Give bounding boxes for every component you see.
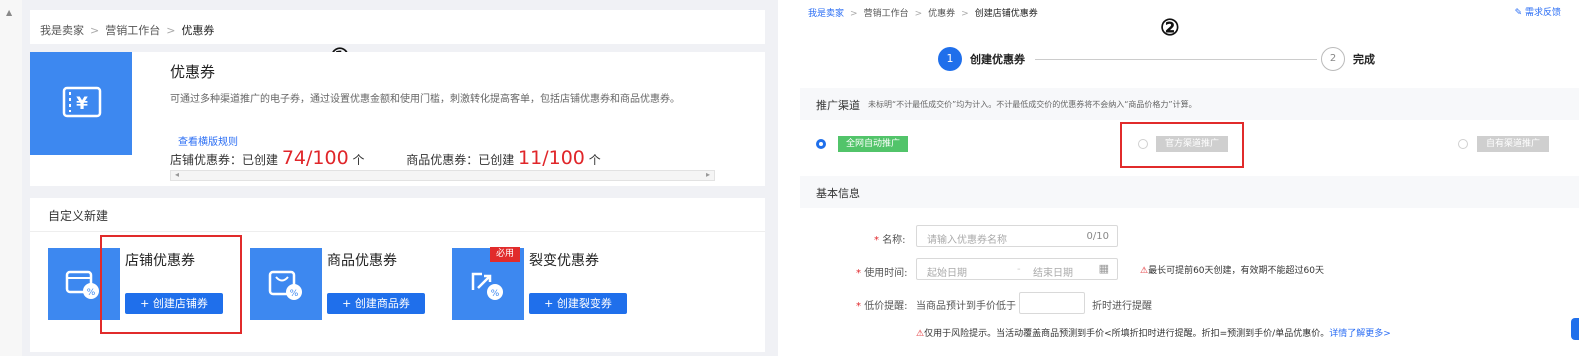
breadcrumb-item[interactable]: 营销工作台 xyxy=(864,9,909,19)
custom-create-card: 自定义新建 % 店铺优惠券 + 创建店铺券 % 商品优惠券 + 创建商品券 % … xyxy=(30,198,765,352)
basic-title: 基本信息 xyxy=(816,187,860,200)
create-item-coupon-button[interactable]: + 创建商品券 xyxy=(327,293,425,314)
channel-option-own[interactable]: 自有渠道推广 xyxy=(1477,136,1549,152)
breadcrumb-current: 优惠券 xyxy=(181,24,215,37)
svg-text:¥: ¥ xyxy=(76,94,88,114)
channel-option-all[interactable]: 全网自动推广 xyxy=(838,136,908,152)
item-coupon-label: 商品优惠券：已创建 xyxy=(406,153,515,167)
channel-options: 全网自动推广 官方渠道推广 自有渠道推广 xyxy=(800,122,1579,170)
horizontal-scrollbar[interactable]: ◂ ▸ xyxy=(170,170,715,181)
coupon-quota-line: 店铺优惠券：已创建 74/100 个 商品优惠券：已创建 11/100 个 xyxy=(170,147,601,169)
create-fission-coupon-button[interactable]: + 创建裂变券 xyxy=(529,293,627,314)
coupon-logo-tile: ¥ xyxy=(30,52,132,155)
breadcrumb-item[interactable]: 营销工作台 xyxy=(105,24,160,37)
date-range-separator: - xyxy=(1017,264,1021,275)
coupon-title: 优惠券 xyxy=(170,63,216,81)
scroll-left-icon[interactable]: ◂ xyxy=(175,170,179,179)
end-date-placeholder: 结束日期 xyxy=(1033,268,1073,279)
share-icon: % xyxy=(471,272,503,300)
breadcrumb-item[interactable]: 我是卖家 xyxy=(40,24,84,37)
shopping-bag-icon: % xyxy=(268,270,302,300)
coupon-intro-card: ¥ 优惠券 可通过多种渠道推广的电子券，通过设置优惠金额和使用门槛，刺激转化提高… xyxy=(30,52,765,186)
start-date-placeholder: 起始日期 xyxy=(927,268,967,279)
channel-title: 推广渠道 xyxy=(816,99,860,112)
item-coupon-tile-icon-bg: % xyxy=(250,248,322,320)
calendar-icon[interactable]: ▦ xyxy=(1099,262,1109,275)
scroll-right-icon[interactable]: ▸ xyxy=(706,170,710,179)
coupon-ticket-icon: ¥ xyxy=(62,86,102,118)
divider xyxy=(30,231,765,232)
item-coupon-unit: 个 xyxy=(588,153,601,167)
time-warning: ⚠最长可提前60天创建，有效期不能超过60天 xyxy=(1140,266,1324,276)
risk-note: ⚠仅用于风险提示。当活动覆盖商品预测到手价<所填折扣时进行提醒。折扣=预测到手价… xyxy=(916,329,1391,339)
price-reminder-suffix: 折时进行提醒 xyxy=(1092,301,1152,312)
breadcrumb: 我是卖家 > 营销工作台 > 优惠券 xyxy=(30,10,765,44)
highlight-box xyxy=(1120,122,1244,168)
item-coupon-count: 11/100 xyxy=(518,147,585,169)
custom-section-title: 自定义新建 xyxy=(48,209,109,223)
shop-coupon-label: 店铺优惠券：已创建 xyxy=(170,153,279,167)
scroll-up-icon[interactable]: ▲ xyxy=(6,8,12,17)
must-use-badge: 必用 xyxy=(490,247,520,262)
shop-coupon-unit: 个 xyxy=(352,153,365,167)
svg-text:%: % xyxy=(290,289,299,299)
breadcrumb-separator: > xyxy=(90,24,100,37)
warning-icon: ⚠ xyxy=(1140,266,1149,276)
channel-section-header: 推广渠道 未标明“不计最低成交价”均为计入。不计最低成交价的优惠券将不会纳入“商… xyxy=(800,88,1579,120)
coupon-overview-panel: ▲ 我是卖家>营销工作台>优惠券 ① ¥ 优惠券 可通过多种渠道推广的电子券，通… xyxy=(0,0,778,356)
item-coupon-tile-title: 商品优惠券 xyxy=(327,253,397,269)
name-char-counter: 0/10 xyxy=(1086,231,1109,242)
breadcrumb-separator: > xyxy=(850,9,858,19)
shop-coupon-count: 74/100 xyxy=(281,147,349,169)
step-1-label: 创建优惠券 xyxy=(970,53,1025,66)
price-reminder-label: * 低价提醒: xyxy=(856,301,908,312)
channel-note: 未标明“不计最低成交价”均为计入。不计最低成交价的优惠券将不会纳入“商品价格力”… xyxy=(868,100,1197,109)
name-label: * 名称: xyxy=(874,235,906,246)
window-scrollbar[interactable]: ▲ xyxy=(0,0,22,356)
breadcrumb-item[interactable]: 优惠券 xyxy=(928,9,955,19)
view-rules-link[interactable]: 查看横版规则 xyxy=(178,133,238,148)
step-2-label: 完成 xyxy=(1353,53,1375,66)
svg-text:%: % xyxy=(491,289,500,299)
annotation-marker-2: ② xyxy=(1160,15,1180,41)
coupon-name-input[interactable]: 请输入优惠券名称 0/10 xyxy=(916,225,1118,247)
date-range-input[interactable]: 起始日期 - 结束日期 ▦ xyxy=(916,258,1118,280)
step-1-indicator: 1 xyxy=(938,47,962,71)
breadcrumb-item[interactable]: 我是卖家 xyxy=(808,9,844,19)
side-float-tab[interactable] xyxy=(1571,318,1579,340)
shop-icon: % xyxy=(65,270,99,299)
fission-coupon-tile-title: 裂变优惠券 xyxy=(529,253,599,269)
time-label: * 使用时间: xyxy=(856,268,908,279)
edit-icon: ✎ xyxy=(1514,8,1523,18)
price-reminder-prefix: 当商品预计到手价低于 xyxy=(916,301,1016,312)
svg-text:%: % xyxy=(87,288,96,298)
discount-threshold-input[interactable] xyxy=(1019,292,1085,314)
top-bar: 我是卖家 > 营销工作台 > 优惠券 > 创建店铺优惠券 ✎ 需求反馈 xyxy=(800,0,1579,24)
coupon-description: 可通过多种渠道推广的电子券，通过设置优惠金额和使用门槛，刺激转化提高客单，包括店… xyxy=(170,94,680,105)
create-shop-coupon-panel: 我是卖家 > 营销工作台 > 优惠券 > 创建店铺优惠券 ✎ 需求反馈 ② 1 创建优惠券 … xyxy=(800,0,1579,356)
breadcrumb-separator: > xyxy=(961,9,969,19)
breadcrumb-separator: > xyxy=(166,24,176,37)
learn-more-link[interactable]: 详情了解更多> xyxy=(1329,329,1391,339)
step-connector xyxy=(1035,59,1317,60)
channel-radio-all[interactable] xyxy=(816,139,826,149)
step-2-indicator: 2 xyxy=(1321,47,1345,71)
highlight-box xyxy=(100,235,242,334)
feedback-link[interactable]: ✎ 需求反馈 xyxy=(1515,5,1561,18)
breadcrumb-separator: > xyxy=(914,9,923,19)
warning-icon: ⚠ xyxy=(916,329,925,339)
basic-section-header: 基本信息 xyxy=(800,176,1579,208)
breadcrumb-current: 创建店铺优惠券 xyxy=(974,9,1038,19)
channel-radio-own[interactable] xyxy=(1458,139,1468,149)
